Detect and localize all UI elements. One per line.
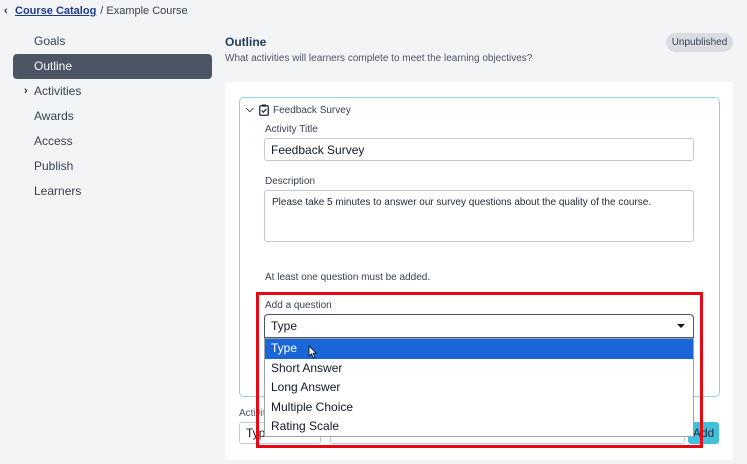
question-requirement-note: At least one question must be added. xyxy=(265,272,431,283)
question-type-dropdown: Type Short Answer Long Answer Multiple C… xyxy=(264,338,694,437)
chevron-left-icon[interactable]: ‹ xyxy=(4,5,15,17)
dropdown-option-short-answer[interactable]: Short Answer xyxy=(265,359,693,379)
sidebar-item-access[interactable]: Access xyxy=(13,129,212,154)
sidebar-item-label: Learners xyxy=(34,184,82,198)
activity-title-label: Activity Title xyxy=(265,124,318,135)
sidebar-item-learners[interactable]: Learners xyxy=(13,179,212,204)
description-label: Description xyxy=(265,176,316,187)
page-title: Outline xyxy=(225,35,267,49)
breadcrumb-link-course-catalog[interactable]: Course Catalog xyxy=(15,5,96,17)
chevron-down-icon[interactable]: ⌵ xyxy=(246,104,254,115)
mouse-pointer-icon xyxy=(308,345,317,359)
sidebar-item-awards[interactable]: Awards xyxy=(13,104,212,129)
sidebar-item-label: Publish xyxy=(34,159,74,173)
add-activity-label: Activit xyxy=(239,408,266,419)
description-textarea[interactable]: Please take 5 minutes to answer our surv… xyxy=(264,190,694,242)
breadcrumb: ‹ Course Catalog / Example Course xyxy=(4,5,188,17)
sidebar-item-outline[interactable]: Outline xyxy=(13,54,212,79)
clipboard-check-icon xyxy=(259,104,269,116)
sidebar-item-activities[interactable]: › Activities xyxy=(13,79,212,104)
sidebar-item-publish[interactable]: Publish xyxy=(13,154,212,179)
sidebar-item-label: Access xyxy=(34,134,73,148)
sidebar-item-label: Goals xyxy=(34,34,66,48)
sidebar-item-label: Activities xyxy=(34,84,82,98)
question-type-select-value: Type xyxy=(271,319,298,333)
breadcrumb-current: Example Course xyxy=(106,5,188,17)
dropdown-option-multiple-choice[interactable]: Multiple Choice xyxy=(265,398,693,418)
dropdown-option-rating-scale[interactable]: Rating Scale xyxy=(265,417,693,437)
sidebar: Goals Outline › Activities Awards Access… xyxy=(13,29,212,204)
activity-card-header[interactable]: Feedback Survey xyxy=(273,105,351,116)
activity-title-input[interactable] xyxy=(264,138,694,161)
sidebar-item-label: Outline xyxy=(34,59,73,73)
breadcrumb-separator: / xyxy=(100,5,104,17)
question-type-select[interactable]: Type xyxy=(264,314,694,338)
status-badge: Unpublished xyxy=(666,33,733,52)
chevron-right-icon: › xyxy=(24,85,28,97)
sidebar-item-label: Awards xyxy=(34,109,74,123)
sidebar-item-goals[interactable]: Goals xyxy=(13,29,212,54)
page-subtitle: What activities will learners complete t… xyxy=(225,53,533,64)
caret-down-icon xyxy=(677,324,685,328)
dropdown-option-long-answer[interactable]: Long Answer xyxy=(265,378,693,398)
dropdown-option-type[interactable]: Type xyxy=(265,339,693,359)
add-question-label: Add a question xyxy=(265,300,332,311)
